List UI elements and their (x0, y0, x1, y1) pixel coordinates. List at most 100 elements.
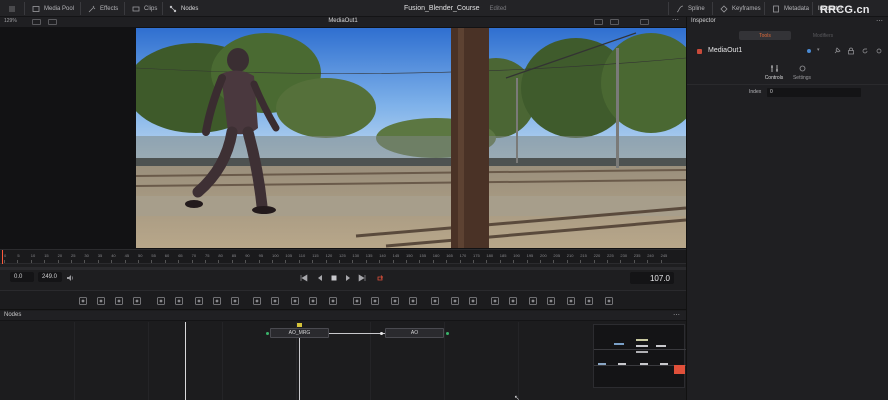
ruler-tick (513, 260, 515, 263)
stop-icon[interactable] (330, 274, 338, 282)
chevron-down-icon[interactable]: ▾ (817, 47, 820, 53)
subtab-controls[interactable]: Controls (759, 64, 789, 84)
nodes-button[interactable]: Nodes (169, 0, 198, 17)
inspector-header: Inspector ⋯ (687, 17, 888, 28)
transport-bar: 0.0 249.0 107.0 (0, 264, 686, 290)
node-input-dot[interactable] (266, 332, 269, 335)
paint-tool-icon[interactable] (96, 296, 106, 306)
index-field[interactable]: 0 (767, 88, 861, 97)
end-frame-field[interactable]: 249.0 (38, 272, 62, 282)
3d-light-tool-icon[interactable] (490, 296, 500, 306)
viewer[interactable] (0, 27, 686, 249)
ruler-tick-label: 65 (178, 253, 183, 258)
alembic-tool-icon[interactable] (604, 296, 614, 306)
polygon-tool-icon[interactable] (270, 296, 280, 306)
node-ao[interactable]: AO (385, 328, 444, 338)
ellipse-tool-icon[interactable] (308, 296, 318, 306)
timeline-ruler[interactable]: 0 5 10 15 20 25 30 35 40 45 50 55 60 65 70 75 80 85 90 95 10… (0, 249, 686, 264)
metadata-button[interactable]: Metadata (772, 0, 809, 17)
toolbar-home[interactable] (8, 0, 16, 17)
node-output-dot[interactable] (446, 332, 449, 335)
ruler-tick-label: 25 (71, 253, 76, 258)
text3d-tool-icon[interactable] (566, 296, 576, 306)
ruler-tick (352, 260, 354, 263)
3d-shape-tool-icon[interactable] (450, 296, 460, 306)
ruler-tick (365, 260, 367, 263)
tool-enable-icon[interactable] (807, 49, 811, 53)
settings-icon[interactable] (875, 47, 883, 55)
crop-tool-icon[interactable] (370, 296, 380, 306)
start-frame-field[interactable]: 0.0 (10, 272, 34, 282)
ruler-tick-label: 125 (339, 253, 346, 258)
current-frame-field[interactable]: 107.0 (630, 272, 674, 284)
tab-tools[interactable]: Tools (739, 31, 791, 40)
color-corrector-tool-icon[interactable] (174, 296, 184, 306)
ruler-tick (325, 260, 327, 263)
mask-tool-icon[interactable] (230, 296, 240, 306)
ruler-tick-label: 95 (258, 253, 264, 258)
nodes-menu-icon[interactable]: ⋯ (673, 311, 680, 319)
inspector-menu-icon[interactable]: ⋯ (876, 17, 883, 25)
playhead[interactable] (2, 250, 3, 264)
ruler-tick-label: 195 (526, 253, 534, 258)
background-tool-icon[interactable] (78, 296, 88, 306)
play-icon[interactable] (344, 274, 352, 282)
view-options-icon[interactable] (594, 19, 603, 25)
image-plane-tool-icon[interactable] (546, 296, 556, 306)
keyer-tool-icon[interactable] (430, 296, 440, 306)
bitmap-tool-icon[interactable] (352, 296, 362, 306)
clips-button[interactable]: Clips (132, 0, 157, 17)
nodes-panel-title: Nodes (4, 312, 22, 318)
range-bar[interactable] (0, 267, 686, 270)
text-tool-icon[interactable] (114, 296, 124, 306)
node-editor[interactable]: AO_MRG AO ↖ (0, 322, 686, 400)
pin-icon[interactable] (833, 47, 841, 55)
reset-icon[interactable] (861, 47, 869, 55)
go-to-start-icon[interactable] (300, 274, 308, 282)
watermark-logo: RRCG.cn (820, 4, 870, 16)
loop-icon[interactable] (376, 274, 384, 282)
ruler-tick-label: 60 (164, 253, 170, 258)
play-reverse-icon[interactable] (316, 274, 324, 282)
keyframes-button[interactable]: Keyframes (720, 0, 761, 17)
fbx-tool-icon[interactable] (584, 296, 594, 306)
bspline-tool-icon[interactable] (328, 296, 338, 306)
ruler-tick-label: 90 (245, 253, 250, 258)
ruler-tick-label: 10 (30, 253, 36, 258)
rectangle-tool-icon[interactable] (290, 296, 300, 306)
particles-tool-icon[interactable] (252, 296, 262, 306)
node-connector-dot[interactable] (380, 332, 383, 335)
audio-icon[interactable] (66, 274, 74, 282)
3d-camera-tool-icon[interactable] (468, 296, 478, 306)
renderer-tool-icon[interactable] (528, 296, 538, 306)
ruler-tick-label: 245 (660, 253, 668, 258)
color-channel-icon[interactable] (610, 19, 619, 25)
merge-tool-icon[interactable] (194, 296, 204, 306)
go-to-end-icon[interactable] (358, 274, 366, 282)
ruler-tick-label: 55 (151, 253, 156, 258)
media-pool-button[interactable]: Media Pool (32, 0, 74, 17)
ruler-tick (30, 260, 32, 263)
tracker-tool-icon[interactable] (408, 296, 418, 306)
tab-modifiers[interactable]: Modifiers (795, 31, 851, 40)
transform-tool-icon[interactable] (212, 296, 222, 306)
lock-icon[interactable] (847, 47, 855, 55)
project-title: Fusion_Blender_Course Edited (404, 0, 507, 17)
3d-merge-tool-icon[interactable] (508, 296, 518, 306)
blur-tool-icon[interactable] (156, 296, 166, 306)
spline-button[interactable]: Spline (676, 0, 705, 17)
brush-tool-icon[interactable] (132, 296, 142, 306)
ruler-tick (17, 260, 19, 263)
viewer-menu-icon[interactable]: ⋯ (672, 16, 679, 24)
lut-icon[interactable] (640, 19, 649, 25)
resize-tool-icon[interactable] (390, 296, 400, 306)
subtab-settings[interactable]: Settings (787, 64, 817, 84)
node-ao-mrg[interactable]: AO_MRG (270, 328, 329, 338)
viewer-title: MediaOut1 (328, 18, 358, 24)
ruler-tick-label: 210 (566, 253, 574, 258)
tool-header[interactable]: MediaOut1 ▾ (687, 45, 888, 57)
mouse-cursor-icon: ↖ (514, 395, 520, 400)
ruler-tick (84, 260, 86, 263)
effects-button[interactable]: Effects (88, 0, 118, 17)
node-minimap[interactable] (593, 324, 686, 388)
